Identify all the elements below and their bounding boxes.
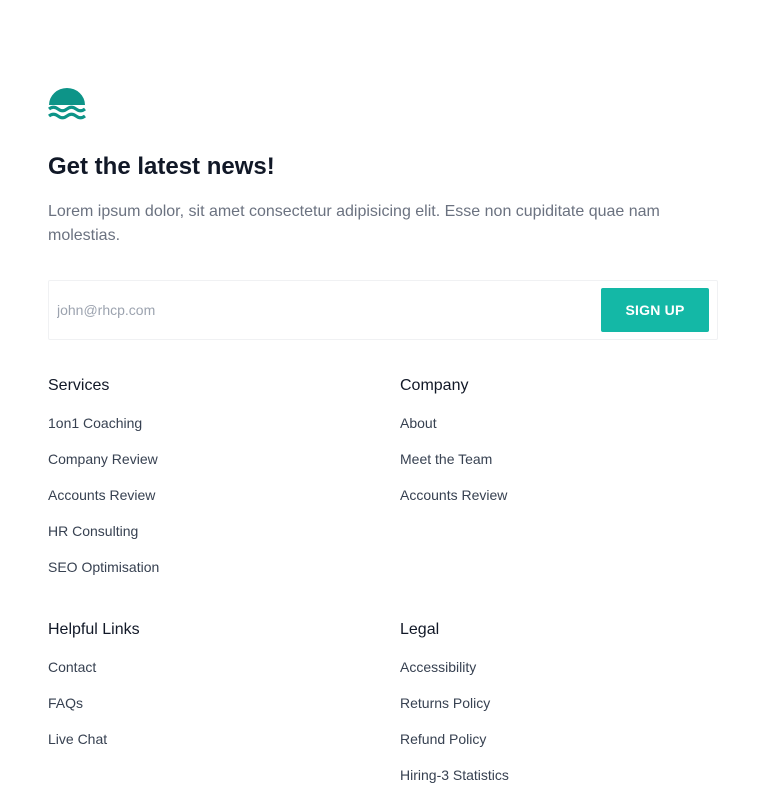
list-item: FAQs <box>48 694 368 730</box>
link-meet-the-team[interactable]: Meet the Team <box>400 450 492 468</box>
link-live-chat[interactable]: Live Chat <box>48 730 107 748</box>
company-links: About Meet the Team Accounts Review <box>400 414 720 522</box>
link-contact[interactable]: Contact <box>48 658 96 676</box>
link-1on1-coaching[interactable]: 1on1 Coaching <box>48 414 142 432</box>
link-accessibility[interactable]: Accessibility <box>400 658 476 676</box>
list-item: Refund Policy <box>400 730 720 766</box>
list-item: Company Review <box>48 450 368 486</box>
link-hiring-statistics[interactable]: Hiring-3 Statistics <box>400 766 509 784</box>
list-item: 1on1 Coaching <box>48 414 368 450</box>
list-item: Hiring-3 Statistics <box>400 766 720 802</box>
newsletter-title: Get the latest news! <box>48 153 275 180</box>
legal-heading: Legal <box>400 621 440 638</box>
services-links: 1on1 Coaching Company Review Accounts Re… <box>48 414 368 594</box>
link-company-review[interactable]: Company Review <box>48 450 158 468</box>
newsletter-form: SIGN UP <box>48 280 718 340</box>
legal-column: Legal Accessibility Returns Policy Refun… <box>400 620 720 802</box>
list-item: Accounts Review <box>48 486 368 522</box>
helpful-links-heading: Helpful Links <box>48 621 140 638</box>
services-heading: Services <box>48 377 110 394</box>
link-hr-consulting[interactable]: HR Consulting <box>48 522 138 540</box>
helpful-links-column: Helpful Links Contact FAQs Live Chat <box>48 620 368 766</box>
link-accounts-review[interactable]: Accounts Review <box>48 486 155 504</box>
helpful-links-list: Contact FAQs Live Chat <box>48 658 368 766</box>
list-item: Returns Policy <box>400 694 720 730</box>
waves-logo-icon <box>48 88 86 120</box>
list-item: Accounts Review <box>400 486 720 522</box>
link-returns-policy[interactable]: Returns Policy <box>400 694 490 712</box>
link-accounts-review[interactable]: Accounts Review <box>400 486 507 504</box>
link-faqs[interactable]: FAQs <box>48 694 83 712</box>
link-refund-policy[interactable]: Refund Policy <box>400 730 486 748</box>
services-column: Services 1on1 Coaching Company Review Ac… <box>48 376 368 594</box>
newsletter-footer <box>0 0 768 120</box>
company-heading: Company <box>400 377 469 394</box>
list-item: Meet the Team <box>400 450 720 486</box>
list-item: Live Chat <box>48 730 368 766</box>
company-column: Company About Meet the Team Accounts Rev… <box>400 376 720 522</box>
email-input[interactable] <box>49 288 601 332</box>
link-seo-optimisation[interactable]: SEO Optimisation <box>48 558 159 576</box>
newsletter-description: Lorem ipsum dolor, sit amet consectetur … <box>48 203 660 244</box>
list-item: Accessibility <box>400 658 720 694</box>
list-item: About <box>400 414 720 450</box>
sign-up-button[interactable]: SIGN UP <box>601 288 709 332</box>
link-about[interactable]: About <box>400 414 437 432</box>
list-item: SEO Optimisation <box>48 558 368 594</box>
list-item: Contact <box>48 658 368 694</box>
list-item: HR Consulting <box>48 522 368 558</box>
legal-links: Accessibility Returns Policy Refund Poli… <box>400 658 720 802</box>
